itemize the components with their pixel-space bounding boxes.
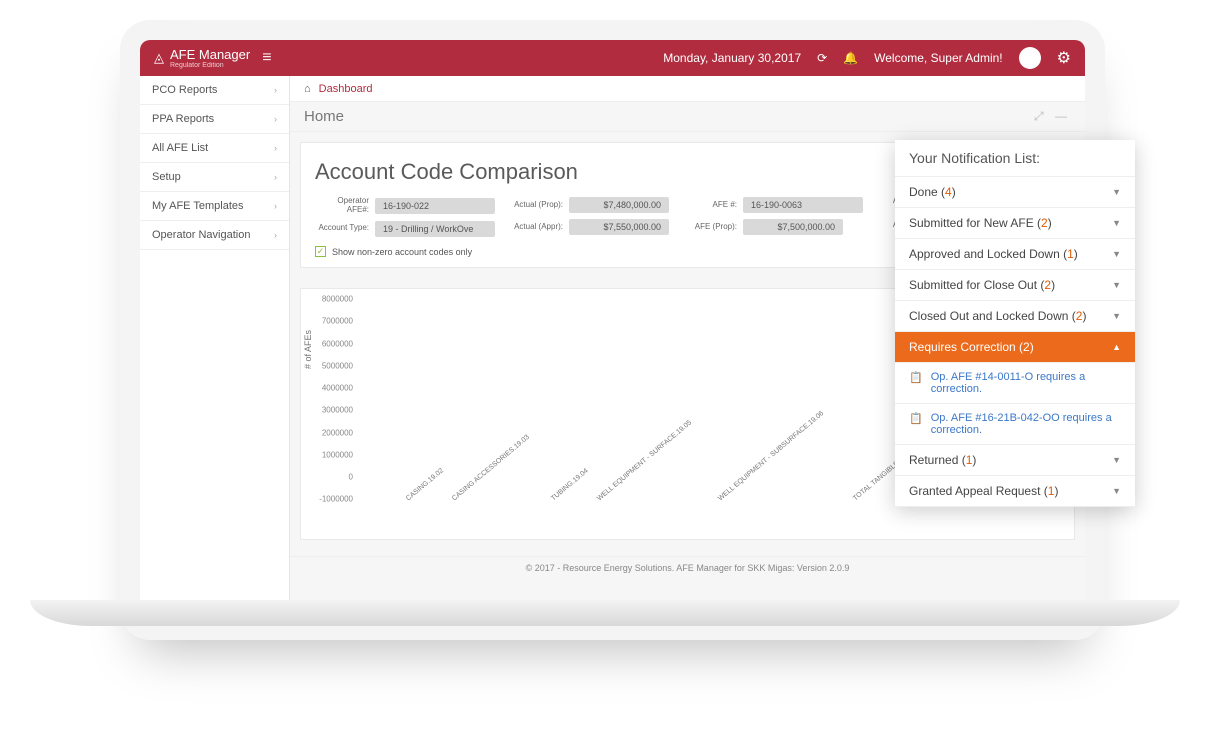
operator-afe-value: 16-190-022 (375, 198, 495, 214)
ytick: -1000000 (319, 495, 353, 504)
chevron-down-icon: ▼ (1112, 311, 1121, 321)
avatar[interactable] (1019, 47, 1041, 69)
footer-copyright: © 2017 - Resource Energy Solutions. AFE … (290, 556, 1085, 579)
brand-title: AFE Manager (170, 47, 250, 62)
topbar: ◬ AFE Manager Regulator Edition ≡ Monday… (140, 40, 1085, 76)
ytick: 0 (319, 472, 353, 481)
notification-panel: Your Notification List: Done (4)▼Submitt… (895, 140, 1135, 507)
page-header: Home ⤢ — (290, 102, 1085, 132)
bell-icon[interactable]: 🔔 (843, 51, 858, 65)
afe-prop-value: $7,500,000.00 (743, 219, 843, 235)
notification-row-5[interactable]: Requires Correction (2)▲ (895, 332, 1135, 363)
ytick: 1000000 (319, 450, 353, 459)
page-title: Home (304, 108, 344, 125)
actual-prop-value: $7,480,000.00 (569, 197, 669, 213)
chevron-right-icon: › (274, 172, 277, 182)
header-date: Monday, January 30,2017 (663, 51, 801, 65)
chevron-right-icon: › (274, 230, 277, 240)
sidebar-item-3[interactable]: Setup› (140, 163, 289, 192)
brand-subtitle: Regulator Edition (170, 62, 250, 69)
ytick: 4000000 (319, 384, 353, 393)
operator-afe-label: Operator AFE#: (315, 197, 369, 215)
chevron-down-icon: ▼ (1112, 455, 1121, 465)
clipboard-icon: 📋 (909, 371, 923, 395)
ytick: 2000000 (319, 428, 353, 437)
notification-row-6[interactable]: Returned (1)▼ (895, 445, 1135, 476)
notification-row-3[interactable]: Submitted for Close Out (2)▼ (895, 270, 1135, 301)
minimize-icon[interactable]: — (1055, 109, 1071, 123)
gear-icon[interactable]: ⚙ (1057, 48, 1071, 68)
actual-prop-label: Actual (Prop): (509, 201, 563, 210)
chevron-right-icon: › (274, 85, 277, 95)
chevron-down-icon: ▼ (1112, 280, 1121, 290)
welcome-label: Welcome, Super Admin! (874, 51, 1003, 65)
ytick: 3000000 (319, 406, 353, 415)
notification-detail-0[interactable]: 📋Op. AFE #14-0011-O requires a correctio… (895, 363, 1135, 404)
brand-icon: ◬ (154, 50, 164, 66)
home-icon[interactable]: ⌂ (304, 83, 311, 95)
chevron-down-icon: ▼ (1112, 249, 1121, 259)
sidebar: PCO Reports›PPA Reports›All AFE List›Set… (140, 76, 290, 620)
chevron-right-icon: › (274, 201, 277, 211)
notification-row-0[interactable]: Done (4)▼ (895, 177, 1135, 208)
ytick: 6000000 (319, 339, 353, 348)
sidebar-item-2[interactable]: All AFE List› (140, 134, 289, 163)
sidebar-item-0[interactable]: PCO Reports› (140, 76, 289, 105)
notification-row-1[interactable]: Submitted for New AFE (2)▼ (895, 208, 1135, 239)
nonzero-checkbox[interactable]: ✓ (315, 246, 326, 257)
chevron-down-icon: ▼ (1112, 187, 1121, 197)
refresh-icon[interactable]: ⟳ (817, 51, 827, 65)
breadcrumb: ⌂ Dashboard (290, 76, 1085, 102)
afe-num-value: 16-190-0063 (743, 197, 863, 213)
brand: ◬ AFE Manager Regulator Edition (154, 47, 250, 69)
notification-title: Your Notification List: (895, 140, 1135, 177)
actual-appr-value: $7,550,000.00 (569, 219, 669, 235)
menu-toggle-icon[interactable]: ≡ (262, 49, 271, 67)
sidebar-item-5[interactable]: Operator Navigation› (140, 221, 289, 250)
afe-num-label: AFE #: (683, 201, 737, 210)
ytick: 5000000 (319, 361, 353, 370)
notification-row-7[interactable]: Granted Appeal Request (1)▼ (895, 476, 1135, 507)
chart-ylabel: # of AFEs (303, 330, 313, 369)
actual-appr-label: Actual (Appr): (509, 223, 563, 232)
laptop-base (30, 600, 1180, 626)
notification-row-2[interactable]: Approved and Locked Down (1)▼ (895, 239, 1135, 270)
account-type-label: Account Type: (315, 224, 369, 233)
sidebar-item-4[interactable]: My AFE Templates› (140, 192, 289, 221)
notification-row-4[interactable]: Closed Out and Locked Down (2)▼ (895, 301, 1135, 332)
ytick: 7000000 (319, 317, 353, 326)
notification-detail-1[interactable]: 📋Op. AFE #16-21B-042-OO requires a corre… (895, 404, 1135, 445)
chevron-down-icon: ▼ (1112, 486, 1121, 496)
ytick: 8000000 (319, 295, 353, 304)
clipboard-icon: 📋 (909, 412, 923, 436)
breadcrumb-dashboard[interactable]: Dashboard (319, 83, 373, 95)
expand-icon[interactable]: ⤢ (1034, 109, 1048, 123)
nonzero-checkbox-label: Show non-zero account codes only (332, 247, 472, 257)
sidebar-item-1[interactable]: PPA Reports› (140, 105, 289, 134)
chevron-down-icon: ▼ (1112, 218, 1121, 228)
chevron-up-icon: ▲ (1112, 342, 1121, 352)
chevron-right-icon: › (274, 114, 277, 124)
afe-prop-label: AFE (Prop): (683, 223, 737, 232)
account-type-dropdown[interactable]: 19 - Drilling / WorkOve (375, 221, 495, 237)
chevron-right-icon: › (274, 143, 277, 153)
